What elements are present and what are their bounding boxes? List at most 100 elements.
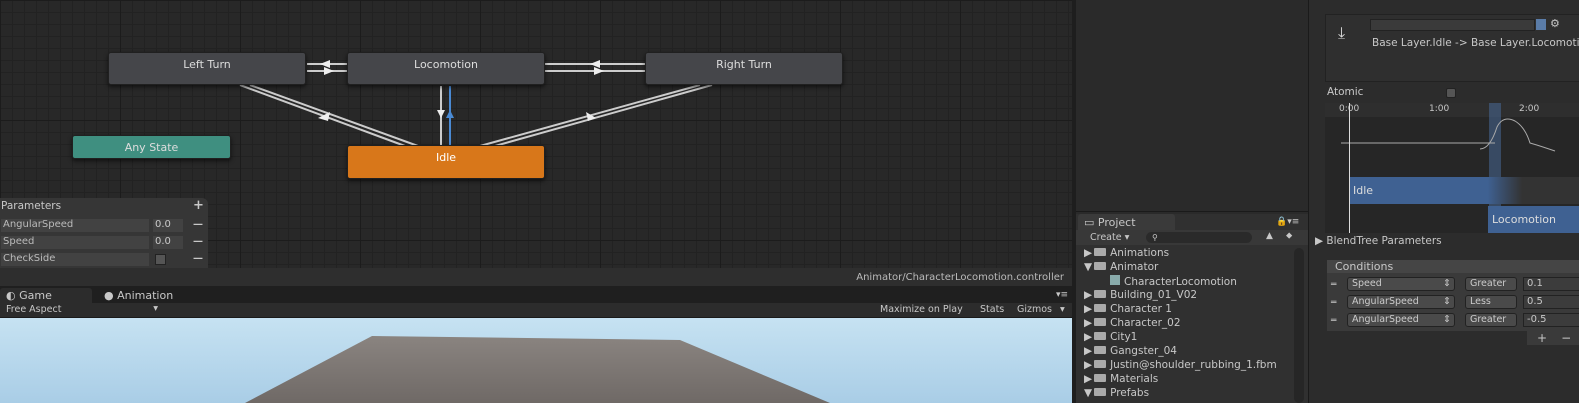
condition-parameter-dropdown[interactable]: Speed ⇕ — [1347, 277, 1455, 291]
state-any-state[interactable]: Any State — [72, 135, 231, 159]
game-toolbar: Free Aspect ▾ Maximize on Play Stats Gizm… — [0, 303, 1072, 318]
transition-label: Base Layer.Idle -> Base Layer.Locomotion — [1372, 37, 1579, 49]
tab-label: Project — [1097, 216, 1136, 229]
condition-operator-dropdown[interactable]: Greater — [1465, 277, 1517, 291]
atomic-label: Atomic — [1327, 86, 1364, 98]
help-icon[interactable] — [1536, 19, 1546, 30]
foldout-arrow-icon[interactable]: ▶ — [1084, 331, 1092, 343]
foldout-arrow-icon[interactable]: ▼ — [1084, 261, 1092, 273]
transition-icon: ⤓ — [1338, 23, 1346, 42]
parameter-name[interactable]: CheckSide — [1, 253, 149, 266]
project-item-label: Animations — [1110, 247, 1170, 259]
playhead[interactable] — [1349, 103, 1350, 233]
curve — [1341, 118, 1556, 152]
condition-parameter-dropdown[interactable]: AngularSpeed ⇕ — [1347, 295, 1455, 309]
transition-name-input[interactable] — [1370, 19, 1535, 31]
condition-parameter: AngularSpeed — [1352, 296, 1419, 307]
drag-handle-icon[interactable]: ═ — [1331, 280, 1336, 290]
project-item[interactable]: ▶ Materials — [1084, 373, 1158, 385]
condition-value-input[interactable]: 0.1 — [1523, 277, 1579, 291]
conditions-title: Conditions — [1327, 260, 1579, 273]
condition-operator-dropdown[interactable]: Greater — [1465, 313, 1517, 327]
state-locomotion[interactable]: Locomotion — [347, 52, 545, 85]
foldout-arrow-icon[interactable]: ▶ — [1084, 373, 1092, 385]
condition-parameter-dropdown[interactable]: AngularSpeed ⇕ — [1347, 313, 1455, 327]
project-item[interactable]: ▶ Gangster_04 — [1084, 345, 1177, 357]
project-item[interactable]: ▶ Building_01_V02 — [1084, 289, 1197, 301]
blendtree-parameters-foldout[interactable]: ▶ BlendTree Parameters — [1315, 235, 1442, 247]
menu-icon[interactable]: ▾≡ — [1056, 290, 1068, 300]
create-button[interactable]: Create ▾ — [1090, 232, 1129, 243]
condition-operator: Greater — [1470, 314, 1507, 325]
condition-operator-dropdown[interactable]: Less — [1465, 295, 1517, 309]
foldout-arrow-icon[interactable]: ▶ — [1084, 303, 1092, 315]
chevron-down-icon[interactable]: ▾ — [1060, 304, 1065, 315]
remove-condition-button[interactable]: − — [1561, 331, 1571, 345]
parameter-checkbox[interactable] — [155, 254, 166, 265]
drag-handle-icon[interactable]: ═ — [1331, 316, 1336, 326]
tab-bar: ◐ Game ● Animation ▾≡ — [0, 286, 1072, 303]
project-item[interactable]: ▶ Animations — [1084, 247, 1169, 259]
project-item-label: Justin@shoulder_rubbing_1.fbm — [1110, 359, 1277, 371]
folder-icon — [1094, 332, 1107, 340]
label-icon[interactable]: ⬥ — [1286, 231, 1292, 241]
from-state-bar[interactable]: Idle — [1349, 177, 1579, 204]
transition-timeline[interactable]: 0:00 1:00 2:00 Idle Locomotion — [1325, 103, 1579, 233]
drag-handle-icon[interactable]: ═ — [1331, 298, 1336, 308]
remove-parameter-button[interactable]: — — [193, 253, 203, 264]
parameter-value[interactable]: 0.0 — [153, 219, 183, 232]
add-parameter-button[interactable]: + — [193, 198, 204, 213]
stats-button[interactable]: Stats — [980, 304, 1004, 315]
tab-game[interactable]: ◐ Game — [0, 288, 92, 303]
timeline-ruler: 0:00 1:00 2:00 — [1325, 103, 1579, 117]
remove-parameter-button[interactable]: — — [193, 236, 203, 247]
foldout-arrow-icon[interactable]: ▶ — [1084, 359, 1092, 371]
scrollbar[interactable] — [1294, 248, 1304, 403]
project-item-label: Materials — [1110, 373, 1159, 385]
tab-project[interactable]: ▭ Project — [1078, 214, 1175, 230]
condition-value-input[interactable]: -0.5 — [1523, 313, 1579, 327]
state-right-turn[interactable]: Right Turn — [645, 52, 843, 85]
filter-type-icon[interactable]: ▲ — [1266, 231, 1273, 241]
condition-operator: Less — [1470, 296, 1491, 307]
tab-animation[interactable]: ● Animation — [98, 288, 179, 303]
project-item[interactable]: CharacterLocomotion — [1110, 275, 1237, 288]
project-item[interactable]: ▶ Justin@shoulder_rubbing_1.fbm — [1084, 359, 1277, 371]
project-item[interactable]: ▼ Prefabs — [1084, 387, 1149, 399]
gear-icon[interactable]: ⚙ — [1550, 17, 1560, 30]
gizmos-button[interactable]: Gizmos — [1017, 304, 1052, 315]
state-idle[interactable]: Idle — [347, 145, 545, 179]
project-item[interactable]: ▶ City1 — [1084, 331, 1137, 343]
project-item[interactable]: ▶ Character_02 — [1084, 317, 1181, 329]
game-icon: ◐ — [6, 289, 20, 302]
parameter-name[interactable]: AngularSpeed — [1, 219, 149, 232]
parameter-name[interactable]: Speed — [1, 236, 149, 249]
maximize-on-play-button[interactable]: Maximize on Play — [880, 304, 963, 315]
to-state-bar[interactable]: Locomotion — [1488, 206, 1579, 233]
folder-icon — [1094, 248, 1107, 256]
search-input[interactable]: ⚲ — [1146, 232, 1252, 243]
lock-icon[interactable]: 🔒▾≡ — [1276, 217, 1299, 227]
foldout-arrow-icon[interactable]: ▶ — [1084, 289, 1092, 301]
aspect-dropdown[interactable]: Free Aspect ▾ — [0, 303, 160, 317]
project-panel: ▭ Project 🔒▾≡ Create ▾ ⚲ ▲ ⬥ ▶ Animations… — [1076, 214, 1308, 403]
project-item[interactable]: ▼ Animator — [1084, 261, 1158, 273]
foldout-arrow-icon[interactable]: ▶ — [1084, 247, 1092, 259]
project-item-label: Gangster_04 — [1110, 345, 1177, 357]
foldout-arrow-icon[interactable]: ▶ — [1084, 345, 1092, 357]
parameter-value[interactable]: 0.0 — [153, 236, 183, 249]
foldout-arrow-icon[interactable]: ▼ — [1084, 387, 1092, 399]
tab-label: Animation — [117, 289, 174, 302]
remove-parameter-button[interactable]: — — [193, 219, 203, 230]
state-left-turn[interactable]: Left Turn — [108, 52, 306, 85]
project-item[interactable]: ▶ Character 1 — [1084, 303, 1172, 315]
foldout-arrow-icon[interactable]: ▶ — [1084, 317, 1092, 329]
condition-value-input[interactable]: 0.5 — [1523, 295, 1579, 309]
conditions-list: ═ Speed ⇕ Greater 0.1 ═ AngularSpeed ⇕ Less… — [1327, 273, 1579, 331]
parameter-row: Speed 0.0 — — [0, 236, 208, 250]
game-view[interactable] — [0, 318, 1072, 403]
atomic-checkbox[interactable] — [1446, 88, 1456, 98]
animator-graph[interactable]: Left Turn Locomotion Right Turn Any Stat… — [0, 0, 1072, 268]
add-condition-button[interactable]: + — [1537, 331, 1547, 345]
project-item-label: City1 — [1110, 331, 1138, 343]
